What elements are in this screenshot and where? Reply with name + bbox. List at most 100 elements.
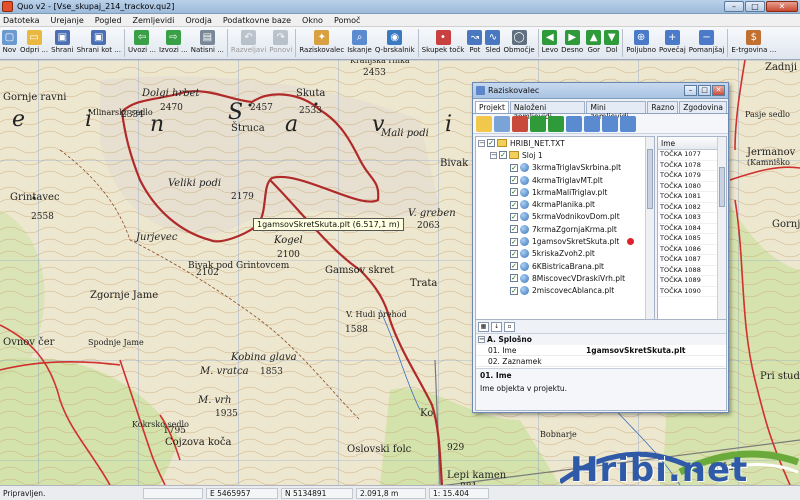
tab-mini-zemljevidi[interactable]: Mini zemljevidi — [586, 101, 647, 121]
menu-datoteka[interactable]: Datoteka — [3, 16, 40, 25]
property-category[interactable]: − A. Splošno — [476, 334, 726, 345]
toolbar-button-arrow-left[interactable]: ◀ Levo — [542, 27, 558, 54]
toolbar-button-shop[interactable]: $ E-trgovina ... — [731, 27, 776, 54]
list-item[interactable]: TOČKA 1085 — [658, 234, 726, 245]
list-item[interactable]: TOČKA 1089 — [658, 276, 726, 287]
checkbox[interactable]: ✓ — [510, 286, 518, 295]
collapse-icon[interactable]: − — [478, 139, 485, 147]
checkbox[interactable]: ✓ — [510, 262, 518, 271]
tree-track-item[interactable]: ✓ 6KBistricaBrana.plt — [476, 260, 654, 272]
explorer-close-button[interactable]: ✕ — [712, 85, 725, 96]
tree-layer[interactable]: − ✓ Sloj 1 — [476, 149, 654, 161]
checkbox[interactable]: ✓ — [510, 176, 518, 185]
maximize-button[interactable]: □ — [745, 1, 765, 12]
toolbar-button-new-file[interactable]: ▢ Nov — [2, 27, 17, 54]
collapse-icon[interactable]: − — [478, 336, 485, 343]
minimize-button[interactable]: – — [724, 1, 744, 12]
tree-root[interactable]: − ✓ HRIBI_NET.TXT — [476, 137, 654, 149]
checkbox[interactable]: ✓ — [510, 200, 518, 209]
tree-track-item[interactable]: ✓ 5krmaVodnikovDom.plt — [476, 211, 654, 223]
tree-track-item[interactable]: ✓ 3krmaTriglavSkrbina.plt — [476, 162, 654, 174]
list-header-name[interactable]: Ime — [658, 137, 726, 150]
explorer-maximize-button[interactable]: □ — [698, 85, 711, 96]
checkbox[interactable]: ✓ — [510, 249, 518, 258]
toolbar-button-explorer[interactable]: ✦ Raziskovalec — [299, 27, 344, 54]
list-item[interactable]: TOČKA 1083 — [658, 213, 726, 224]
view-list-icon[interactable] — [566, 115, 582, 132]
list-item[interactable]: TOČKA 1078 — [658, 161, 726, 171]
tab-nalozeni-zemljevidi[interactable]: Naloženi zemljevidi — [509, 101, 586, 121]
list-item[interactable]: TOČKA 1082 — [658, 203, 726, 213]
close-button[interactable]: ✕ — [766, 1, 798, 12]
tab-razno[interactable]: Razno — [647, 101, 679, 113]
toolbar-button-arrow-up[interactable]: ▲ Gor — [586, 27, 602, 54]
explorer-title-bar[interactable]: Raziskovalec – □ ✕ — [473, 83, 728, 99]
list-item[interactable]: TOČKA 1087 — [658, 255, 726, 266]
list-item[interactable]: TOČKA 1077 — [658, 150, 726, 161]
toolbar-button-zoom-out[interactable]: − Pomanjšaj — [689, 27, 724, 54]
move-down-icon[interactable] — [548, 115, 564, 132]
list-item[interactable]: TOČKA 1086 — [658, 245, 726, 255]
menu-pomoc[interactable]: Pomoč — [334, 16, 361, 25]
checkbox[interactable]: ✓ — [510, 225, 518, 234]
tree-track-item[interactable]: ✓ 7krmaZgornjaKrma.plt — [476, 223, 654, 235]
toolbar-button-import[interactable]: ⇦ Uvozi ... — [128, 27, 156, 54]
list-item[interactable]: TOČKA 1081 — [658, 192, 726, 203]
toolbar-button-print[interactable]: ▤ Natisni ... — [191, 27, 224, 54]
toolbar-button-points[interactable]: • Skupek točk — [422, 27, 464, 54]
menu-orodja[interactable]: Orodja — [185, 16, 212, 25]
tab-zgodovina[interactable]: Zgodovina — [679, 101, 727, 113]
toolbar-button-track[interactable]: ∿ Sled — [485, 27, 500, 54]
menu-pogled[interactable]: Pogled — [95, 16, 122, 25]
menu-podatkovne-baze[interactable]: Podatkovne baze — [223, 16, 291, 25]
property-pages-icon[interactable]: ▫ — [504, 321, 515, 332]
checkbox[interactable]: ✓ — [499, 151, 507, 160]
list-item[interactable]: TOČKA 1079 — [658, 171, 726, 182]
property-value[interactable]: 1gamsovSkretSkuta.plt — [586, 346, 685, 355]
toolbar-button-arrow-right[interactable]: ▶ Desno — [561, 27, 583, 54]
list-item[interactable]: TOČKA 1080 — [658, 182, 726, 192]
checkbox[interactable]: ✓ — [487, 139, 495, 148]
checkbox[interactable]: ✓ — [510, 274, 518, 283]
toolbar-button-save[interactable]: ▣ Shrani — [51, 27, 74, 54]
toolbar-button-export[interactable]: ⇨ Izvozi ... — [159, 27, 188, 54]
collapse-icon[interactable]: − — [490, 151, 497, 159]
tree-track-item[interactable]: ✓ 1krmaMaliTriglav.plt — [476, 186, 654, 198]
scrollbar-thumb[interactable] — [647, 149, 653, 209]
checkbox[interactable]: ✓ — [510, 163, 518, 172]
view-details-icon[interactable] — [584, 115, 600, 132]
toolbar-button-search[interactable]: ⌕ Iskanje — [347, 27, 372, 54]
list-item[interactable]: TOČKA 1088 — [658, 266, 726, 276]
toolbar-button-zoom-in[interactable]: + Povečaj — [659, 27, 686, 54]
tree-track-item[interactable]: ✓ 4krmaPlanika.plt — [476, 198, 654, 210]
new-folder-icon[interactable] — [476, 115, 492, 132]
list-item[interactable]: TOČKA 1084 — [658, 224, 726, 234]
toolbar-button-zoom-any[interactable]: ⊕ Poljubno — [626, 27, 656, 54]
toolbar-button-save-as[interactable]: ▣ Shrani kot ... — [77, 27, 121, 54]
menu-urejanje[interactable]: Urejanje — [51, 16, 84, 25]
toolbar-button-redo[interactable]: ↷ Ponovi — [269, 27, 292, 54]
checkbox[interactable]: ✓ — [510, 237, 518, 246]
sort-category-icon[interactable]: ▦ — [478, 321, 489, 332]
toolbar-button-undo[interactable]: ↶ Razveljavi — [231, 27, 266, 54]
scrollbar-thumb[interactable] — [719, 167, 725, 207]
tree-track-item[interactable]: ✓ 5kriskaZvoh2.plt — [476, 248, 654, 260]
view-icons-icon[interactable] — [620, 115, 636, 132]
tree-track-item[interactable]: ✓ 1gamsovSkretSkuta.plt — [476, 235, 654, 247]
checkbox[interactable]: ✓ — [510, 188, 518, 197]
checkbox[interactable]: ✓ — [510, 212, 518, 221]
tree-track-item[interactable]: ✓ 2miscovecAblanca.plt — [476, 285, 654, 297]
explorer-minimize-button[interactable]: – — [684, 85, 697, 96]
sort-alpha-icon[interactable]: ↓ — [491, 321, 502, 332]
menu-okno[interactable]: Okno — [302, 16, 323, 25]
view-tiles-icon[interactable] — [602, 115, 618, 132]
toolbar-button-area[interactable]: ◯ Območje — [503, 27, 535, 54]
property-row[interactable]: 02. Zaznamek — [476, 356, 726, 367]
property-row[interactable]: 01. Ime 1gamsovSkretSkuta.plt — [476, 345, 726, 356]
toolbar-button-open-folder[interactable]: ▭ Odpri ... — [20, 27, 48, 54]
list-item[interactable]: TOČKA 1090 — [658, 287, 726, 297]
move-up-icon[interactable] — [530, 115, 546, 132]
toolbar-button-browser[interactable]: ◉ Q-brskalnik — [375, 27, 415, 54]
toolbar-button-route[interactable]: ↝ Pot — [467, 27, 483, 54]
delete-icon[interactable] — [512, 115, 528, 132]
